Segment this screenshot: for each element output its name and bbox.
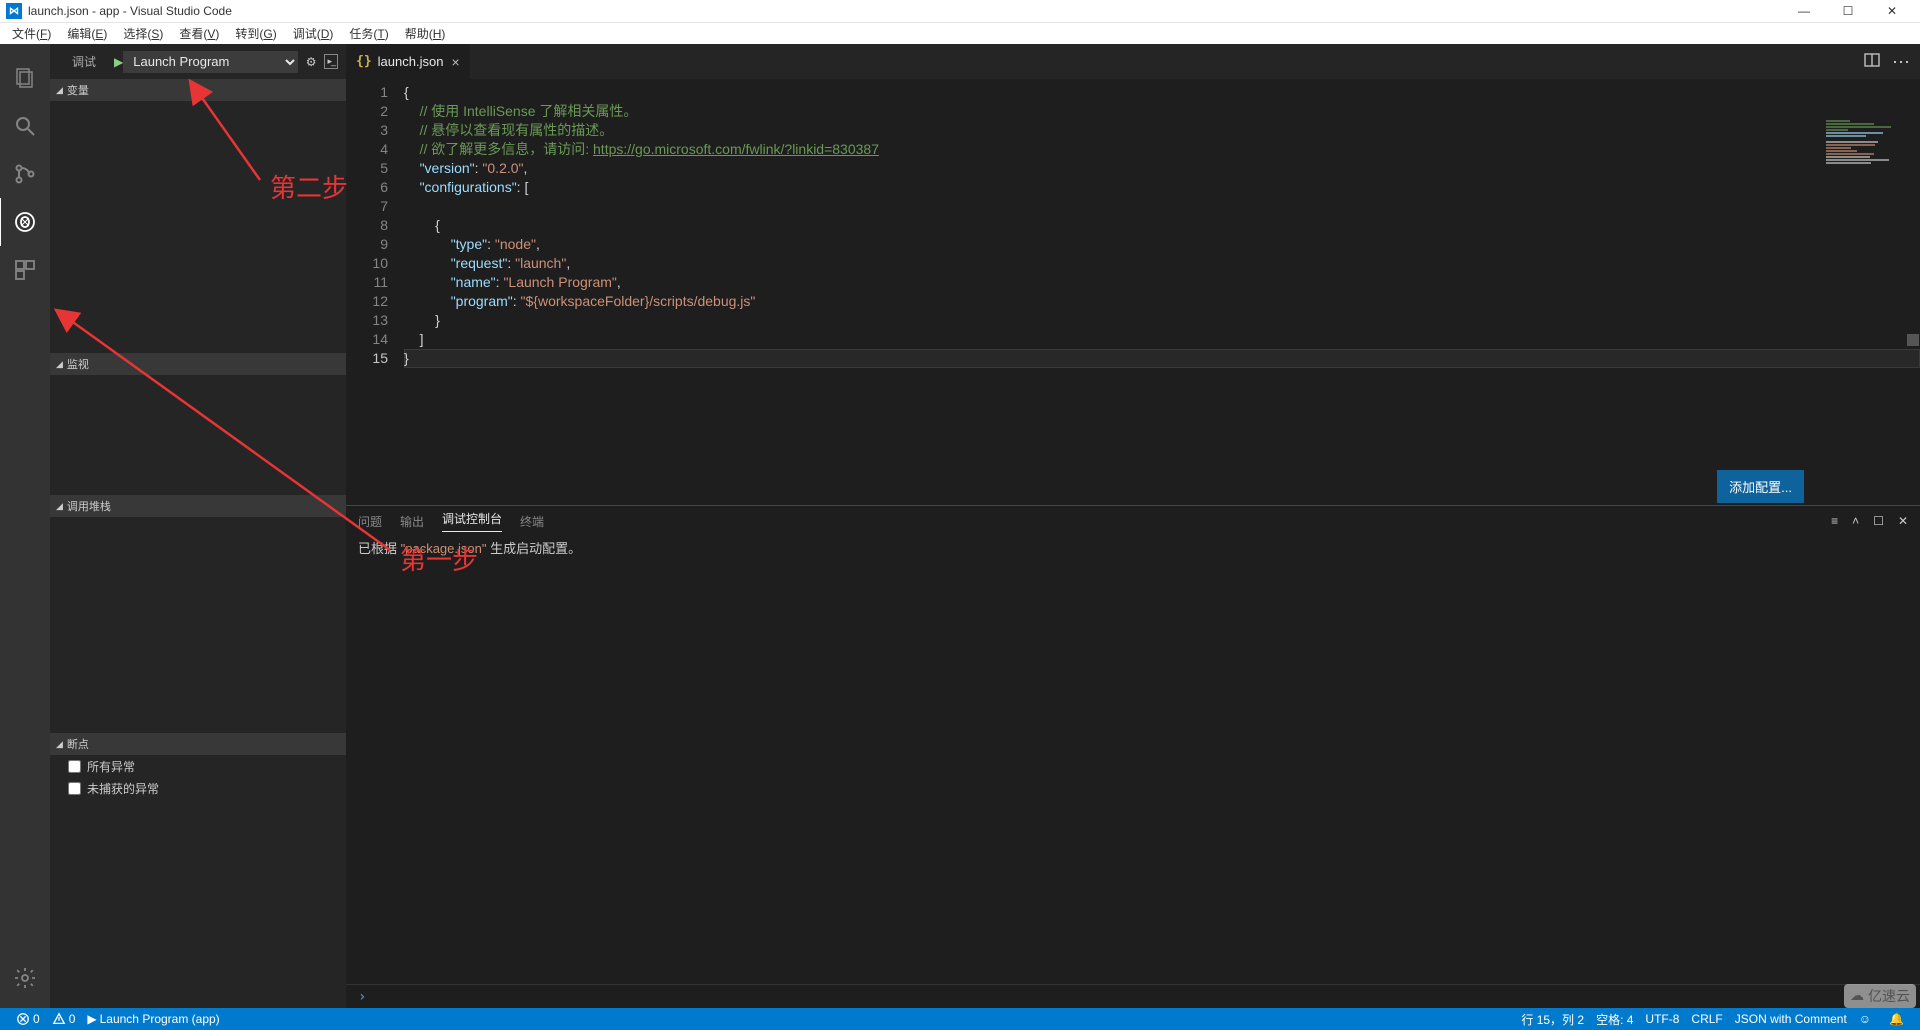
add-configuration-button[interactable]: 添加配置...: [1717, 470, 1804, 503]
code-line[interactable]: "request": "launch",: [404, 254, 1920, 273]
status-warnings[interactable]: 0: [46, 1012, 82, 1026]
source-control-icon[interactable]: [0, 150, 50, 198]
debug-icon[interactable]: [0, 198, 49, 246]
code-line[interactable]: "version": "0.2.0",: [404, 159, 1920, 178]
breakpoint-checkbox[interactable]: [68, 782, 81, 795]
status-feedback-icon[interactable]: ☺: [1853, 1011, 1877, 1028]
menu-item[interactable]: 帮助(H): [397, 23, 454, 45]
code-line[interactable]: "type": "node",: [404, 235, 1920, 254]
status-encoding[interactable]: UTF-8: [1639, 1011, 1685, 1028]
breakpoint-item[interactable]: 未捕获的异常: [50, 777, 346, 799]
menu-item[interactable]: 查看(V): [171, 23, 227, 45]
status-bar: 0 0 ▶ Launch Program (app) 行 15，列 2 空格: …: [0, 1008, 1920, 1030]
scrollbar[interactable]: [1906, 114, 1920, 540]
menu-item[interactable]: 调试(D): [285, 23, 342, 45]
menu-item[interactable]: 任务(T): [341, 23, 396, 45]
status-language[interactable]: JSON with Comment: [1729, 1011, 1853, 1028]
tab-close-icon[interactable]: ×: [451, 54, 459, 70]
menu-bar: 文件(F)编辑(E)选择(S)查看(V)转到(G)调试(D)任务(T)帮助(H): [0, 22, 1920, 44]
panel-tab[interactable]: 调试控制台: [442, 510, 502, 532]
status-ln-col[interactable]: 行 15，列 2: [1515, 1011, 1590, 1028]
debug-console-icon[interactable]: ▸_: [324, 54, 338, 69]
code-line[interactable]: {: [404, 83, 1920, 102]
breakpoint-item[interactable]: 所有异常: [50, 755, 346, 777]
breakpoints-header[interactable]: ◢断点: [50, 733, 346, 755]
debug-title: 调试: [58, 53, 110, 70]
debug-settings-icon[interactable]: ⚙: [306, 55, 317, 69]
close-button[interactable]: ✕: [1870, 0, 1914, 22]
settings-icon[interactable]: [0, 954, 50, 1002]
editor-area: {} launch.json × ⋯ 123456789101112131415…: [346, 44, 1920, 1008]
activity-bar: [0, 44, 50, 1008]
code-line[interactable]: // 欲了解更多信息，请访问: https://go.microsoft.com…: [404, 140, 1920, 159]
title-bar: ⋈ launch.json - app - Visual Studio Code…: [0, 0, 1920, 22]
menu-item[interactable]: 转到(G): [227, 23, 284, 45]
more-actions-icon[interactable]: ⋯: [1892, 57, 1912, 67]
status-spaces[interactable]: 空格: 4: [1590, 1011, 1639, 1028]
window-title: launch.json - app - Visual Studio Code: [28, 4, 232, 18]
tab-label: launch.json: [378, 54, 444, 69]
start-debug-button[interactable]: ▶: [114, 55, 123, 69]
menu-item[interactable]: 编辑(E): [59, 23, 115, 45]
panel-filter-icon[interactable]: ≡: [1831, 514, 1838, 528]
status-eol[interactable]: CRLF: [1685, 1011, 1728, 1028]
debug-sidebar: 调试 ▶ Launch Program ⚙ ▸_ ◢变量 ◢监视 ◢调用堆栈 ◢…: [50, 44, 346, 1008]
panel-maximize-icon[interactable]: ☐: [1873, 514, 1884, 528]
status-notifications-icon[interactable]: 🔔: [1883, 1011, 1910, 1028]
code-line[interactable]: "configurations": [: [404, 178, 1920, 197]
tab-bar: {} launch.json × ⋯: [346, 44, 1920, 79]
panel-tab[interactable]: 输出: [400, 513, 424, 530]
extensions-icon[interactable]: [0, 246, 50, 294]
search-icon[interactable]: [0, 102, 50, 150]
code-line[interactable]: {: [404, 216, 1920, 235]
code-line[interactable]: }: [404, 349, 1920, 368]
minimize-button[interactable]: —: [1782, 0, 1826, 22]
code-line[interactable]: // 使用 IntelliSense 了解相关属性。: [404, 102, 1920, 121]
status-launch-config[interactable]: ▶ Launch Program (app): [81, 1012, 225, 1026]
code-line[interactable]: [404, 197, 1920, 216]
debug-toolbar: 调试 ▶ Launch Program ⚙ ▸_: [50, 44, 346, 79]
panel-tabs: 问题输出调试控制台终端 ≡ ˄ ☐ ✕: [346, 506, 1920, 536]
panel-collapse-icon[interactable]: ˄: [1852, 514, 1859, 528]
panel-tab[interactable]: 终端: [520, 513, 544, 530]
json-icon: {}: [356, 54, 372, 69]
breakpoint-checkbox[interactable]: [68, 760, 81, 773]
maximize-button[interactable]: ☐: [1826, 0, 1870, 22]
debug-console-input[interactable]: ›: [346, 984, 1920, 1008]
minimap[interactable]: [1826, 119, 1916, 179]
watch-header[interactable]: ◢监视: [50, 353, 346, 375]
code-editor[interactable]: 123456789101112131415 { // 使用 IntelliSen…: [346, 79, 1920, 505]
code-line[interactable]: }: [404, 311, 1920, 330]
bottom-panel: 问题输出调试控制台终端 ≡ ˄ ☐ ✕ 已根据 "package.json" 生…: [346, 505, 1920, 1008]
menu-item[interactable]: 文件(F): [4, 23, 59, 45]
code-line[interactable]: // 悬停以查看现有属性的描述。: [404, 121, 1920, 140]
status-errors[interactable]: 0: [10, 1012, 46, 1026]
debug-console-output: 已根据 "package.json" 生成启动配置。: [346, 536, 1920, 559]
code-line[interactable]: "program": "${workspaceFolder}/scripts/d…: [404, 292, 1920, 311]
panel-tab[interactable]: 问题: [358, 513, 382, 530]
variables-header[interactable]: ◢变量: [50, 79, 346, 101]
vscode-icon: ⋈: [6, 3, 22, 19]
watermark: ☁ 亿速云: [1844, 984, 1916, 1008]
line-gutter: 123456789101112131415: [346, 79, 404, 505]
code-line[interactable]: "name": "Launch Program",: [404, 273, 1920, 292]
menu-item[interactable]: 选择(S): [115, 23, 171, 45]
tab-launch-json[interactable]: {} launch.json ×: [346, 44, 471, 79]
debug-config-select[interactable]: Launch Program: [123, 51, 297, 73]
callstack-header[interactable]: ◢调用堆栈: [50, 495, 346, 517]
split-editor-icon[interactable]: [1864, 52, 1880, 71]
explorer-icon[interactable]: [0, 54, 50, 102]
code-line[interactable]: ]: [404, 330, 1920, 349]
